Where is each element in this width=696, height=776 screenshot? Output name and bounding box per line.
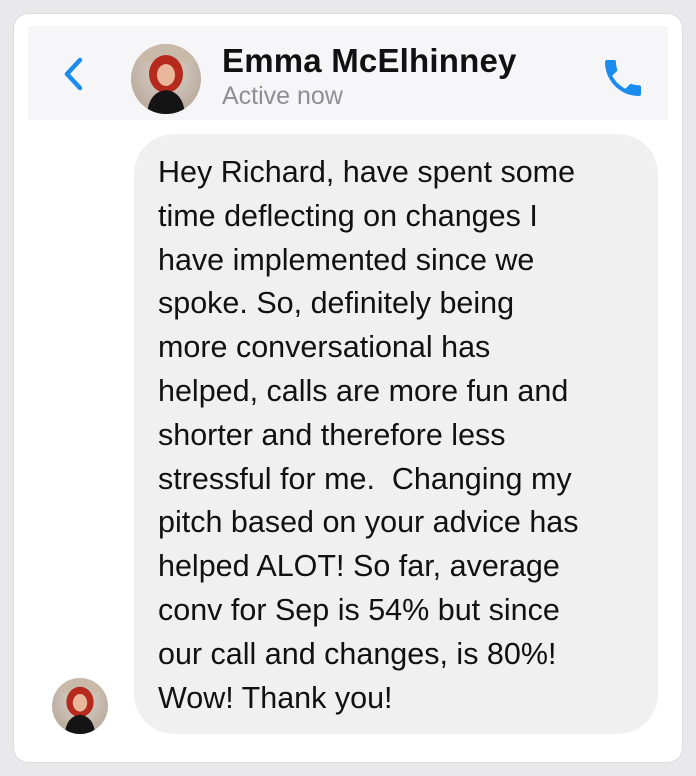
- avatar-photo: [131, 44, 201, 114]
- message-line: our call and changes, is 80%!: [158, 636, 557, 671]
- contact-avatar[interactable]: [131, 44, 201, 114]
- call-button[interactable]: [599, 54, 647, 102]
- active-status: Active now: [222, 82, 343, 110]
- message-line: pitch based on your advice has: [158, 505, 579, 540]
- message-line: Hey Richard, have spent some: [158, 155, 576, 189]
- message-line: Wow! Thank you!: [158, 680, 393, 715]
- chevron-left-icon: [64, 57, 83, 91]
- message-line: more conversational has: [158, 330, 491, 365]
- message-line: have implemented since we: [158, 242, 535, 277]
- message-line: helped ALOT! So far, average: [158, 549, 560, 584]
- phone-icon: [605, 60, 641, 96]
- message-bubble[interactable]: Hey Richard, have spent some time deflec…: [134, 134, 658, 734]
- contact-name[interactable]: Emma McElhinney: [222, 42, 517, 80]
- chat-window: Emma McElhinney Active now Hey Richard, …: [14, 14, 682, 762]
- message-line: conv for Sep is 54% but since: [158, 592, 560, 627]
- message-line: stressful for me. Changing my: [158, 461, 572, 496]
- message-line: time deflecting on changes I: [158, 198, 538, 233]
- message-line: helped, calls are more fun and: [158, 373, 569, 408]
- message-line: spoke. So, definitely being: [158, 286, 515, 321]
- back-button[interactable]: [58, 52, 90, 96]
- message-line: shorter and therefore less: [158, 417, 506, 452]
- avatar-photo: [52, 678, 108, 734]
- sender-avatar[interactable]: [52, 678, 108, 734]
